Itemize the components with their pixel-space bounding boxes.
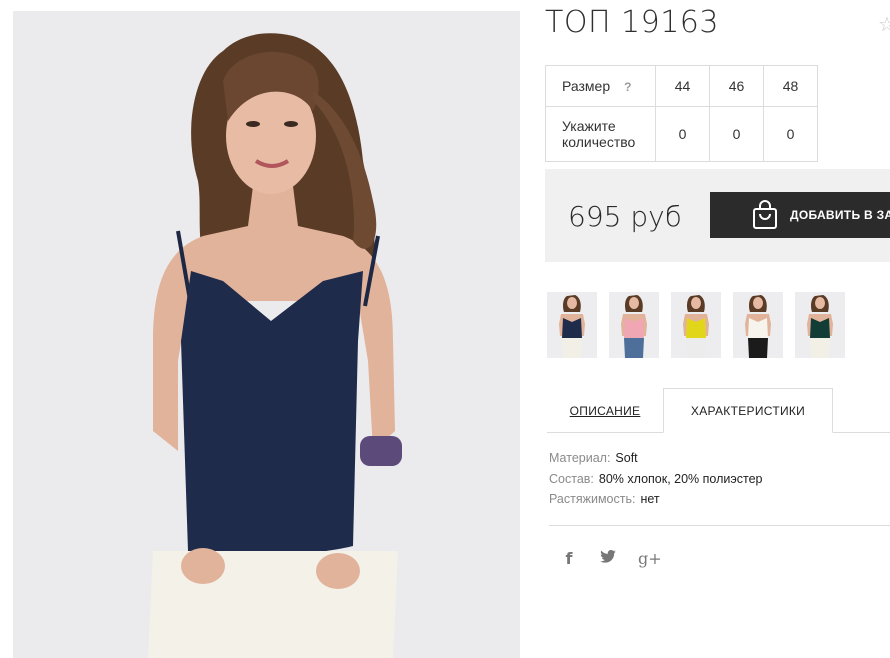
spec-value: Soft [615, 451, 638, 465]
color-thumbnail[interactable] [733, 292, 783, 358]
product-price: 695 руб [568, 200, 682, 233]
divider [549, 525, 890, 526]
spec-key: Состав: [549, 471, 594, 486]
spec-value: 80% хлопок, 20% полиэстер [598, 471, 763, 486]
spec-key: Материал: [549, 451, 611, 465]
spec-key: Растяжимость: [549, 492, 636, 506]
quantity-48-input[interactable]: 0 [763, 106, 818, 162]
characteristics-list: Материал: Soft Состав: 80% хлопок, 20% пол… [549, 451, 762, 513]
size-46[interactable]: 46 [709, 65, 764, 107]
product-title: ТОП 19163 [545, 5, 719, 40]
google-plus-icon[interactable]: g+ [638, 549, 662, 568]
spec-row: Материал: Soft [549, 451, 762, 472]
quantity-label-cell: Укажите количество [545, 106, 656, 162]
size-help-icon[interactable]: ? [624, 80, 631, 94]
shopping-bag-icon [752, 200, 778, 230]
spec-value: нет [640, 492, 660, 506]
size-label: Размер [562, 78, 611, 94]
color-thumbnail[interactable] [795, 292, 845, 358]
social-share: f g+ [564, 549, 662, 568]
size-quantity-table: Размер? 44 46 48 Укажите количество 0 0 … [545, 65, 818, 162]
star-icon[interactable]: ☆ [878, 12, 890, 37]
price-box: 695 руб ДОБАВИТЬ В ЗАКАЗ [545, 169, 890, 262]
twitter-icon[interactable] [600, 549, 616, 568]
add-to-cart-label: ДОБАВИТЬ В ЗАКАЗ [790, 208, 890, 222]
color-thumbnails [547, 292, 845, 358]
color-thumbnail[interactable] [671, 292, 721, 358]
spec-row: Состав: 80% хлопок, 20% полиэстер [549, 472, 762, 493]
size-44[interactable]: 44 [655, 65, 710, 107]
facebook-icon[interactable]: f [564, 549, 574, 568]
color-thumbnail[interactable] [609, 292, 659, 358]
product-main-image[interactable] [13, 11, 520, 658]
spec-row: Растяжимость: нет [549, 492, 762, 513]
color-thumbnail[interactable] [547, 292, 597, 358]
tab-characteristics[interactable]: ХАРАКТЕРИСТИКИ [663, 388, 833, 433]
quantity-44-input[interactable]: 0 [655, 106, 710, 162]
tab-description[interactable]: ОПИСАНИЕ [547, 388, 663, 433]
size-label-cell: Размер? [545, 65, 656, 107]
add-to-cart-button[interactable]: ДОБАВИТЬ В ЗАКАЗ [710, 192, 890, 238]
size-48[interactable]: 48 [763, 65, 818, 107]
quantity-label: Укажите количество [562, 118, 636, 150]
product-tabs: ОПИСАНИЕ ХАРАКТЕРИСТИКИ [547, 388, 890, 433]
quantity-46-input[interactable]: 0 [709, 106, 764, 162]
